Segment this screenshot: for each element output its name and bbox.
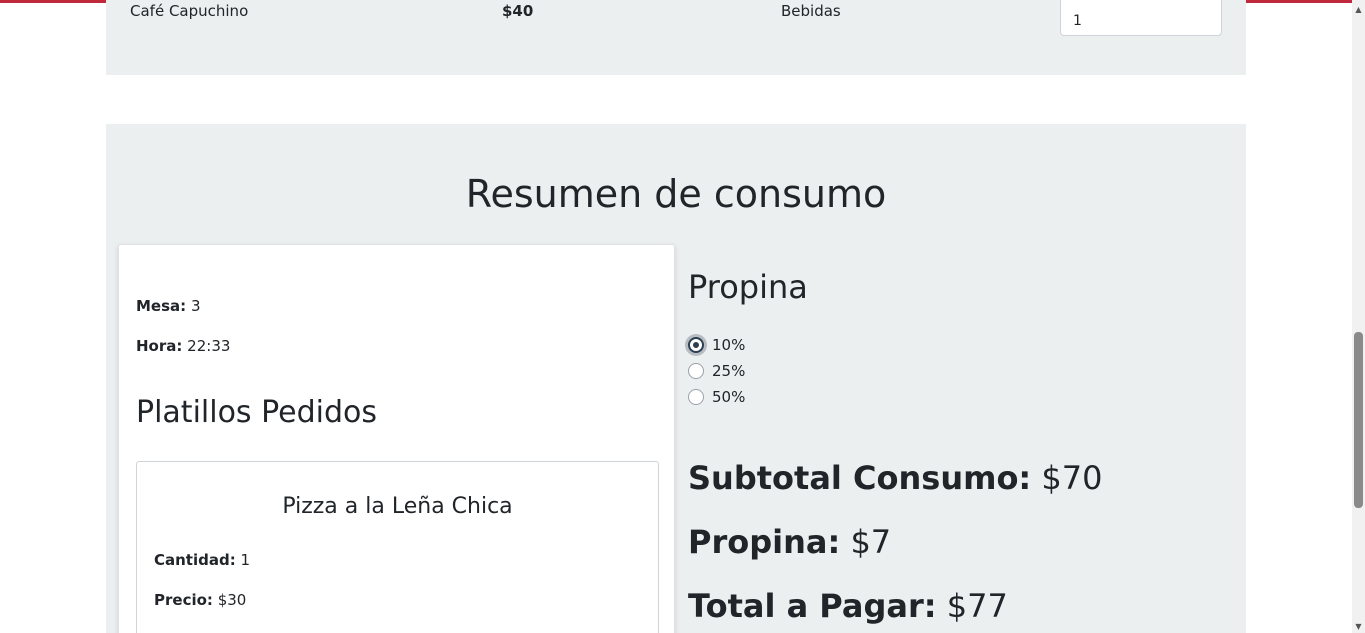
tip-option-label: 25% bbox=[712, 362, 746, 380]
scroll-down-arrow-icon[interactable]: ▼ bbox=[1352, 620, 1365, 633]
hora-info: Hora: 22:33 bbox=[136, 337, 230, 355]
tip-option-label: 50% bbox=[712, 388, 746, 406]
subtotal-label: Subtotal Consumo: bbox=[688, 459, 1032, 497]
total-value: $77 bbox=[946, 587, 1008, 625]
page-scrollbar[interactable]: ▲ ▼ bbox=[1352, 0, 1365, 633]
tip-option-25[interactable]: 25% bbox=[688, 358, 745, 384]
subtotal-value: $70 bbox=[1041, 459, 1103, 497]
summary-title: Resumen de consumo bbox=[465, 172, 887, 216]
total-line: Total a Pagar: $77 bbox=[688, 586, 1102, 633]
mesa-label: Mesa: bbox=[136, 297, 187, 315]
tip-amount-value: $7 bbox=[850, 523, 892, 561]
hora-label: Hora: bbox=[136, 337, 183, 355]
tip-radio-10[interactable] bbox=[688, 337, 704, 353]
scroll-thumb[interactable] bbox=[1354, 332, 1363, 508]
totals: Subtotal Consumo: $70 Propina: $7 Total … bbox=[688, 458, 1102, 633]
mesa-value: 3 bbox=[190, 297, 201, 315]
tip-title: Propina bbox=[688, 268, 808, 306]
menu-item-row: Café Capuchino $40 Bebidas bbox=[106, 0, 1246, 40]
dish-card: Pizza a la Leña Chica Cantidad: 1 Precio… bbox=[136, 461, 659, 633]
dish-price: Precio: $30 bbox=[154, 591, 246, 609]
dish-quantity: Cantidad: 1 bbox=[154, 551, 250, 569]
tip-panel: Propina 10% 25% 50% Subtotal Consumo: $7… bbox=[688, 268, 1228, 628]
tip-option-10[interactable]: 10% bbox=[688, 332, 745, 358]
summary-section: Resumen de consumo Mesa: 3 Hora: 22:33 P… bbox=[106, 124, 1246, 633]
subtotal-line: Subtotal Consumo: $70 bbox=[688, 458, 1102, 522]
menu-item-quantity-input[interactable] bbox=[1060, 0, 1222, 36]
dish-quantity-label: Cantidad: bbox=[154, 551, 236, 569]
menu-item-category: Bebidas bbox=[781, 2, 841, 20]
dish-price-label: Precio: bbox=[154, 591, 213, 609]
mesa-info: Mesa: 3 bbox=[136, 297, 200, 315]
tip-option-label: 10% bbox=[712, 336, 746, 354]
menu-section: Café Capuchino $40 Bebidas bbox=[106, 0, 1246, 75]
order-card: Mesa: 3 Hora: 22:33 Platillos Pedidos Pi… bbox=[118, 244, 675, 633]
orders-title: Platillos Pedidos bbox=[136, 395, 377, 430]
tip-options: 10% 25% 50% bbox=[688, 332, 745, 410]
tip-radio-50[interactable] bbox=[688, 389, 704, 405]
menu-item-price: $40 bbox=[502, 2, 534, 20]
dish-price-value: $30 bbox=[217, 591, 247, 609]
dish-quantity-value: 1 bbox=[240, 551, 251, 569]
tip-amount-label: Propina: bbox=[688, 523, 841, 561]
tip-option-50[interactable]: 50% bbox=[688, 384, 745, 410]
dish-name: Pizza a la Leña Chica bbox=[282, 494, 513, 519]
menu-item-name: Café Capuchino bbox=[130, 2, 249, 20]
tip-line: Propina: $7 bbox=[688, 522, 1102, 586]
hora-value: 22:33 bbox=[187, 337, 231, 355]
tip-radio-25[interactable] bbox=[688, 363, 704, 379]
scroll-up-arrow-icon[interactable]: ▲ bbox=[1352, 3, 1365, 16]
total-label: Total a Pagar: bbox=[688, 587, 937, 625]
